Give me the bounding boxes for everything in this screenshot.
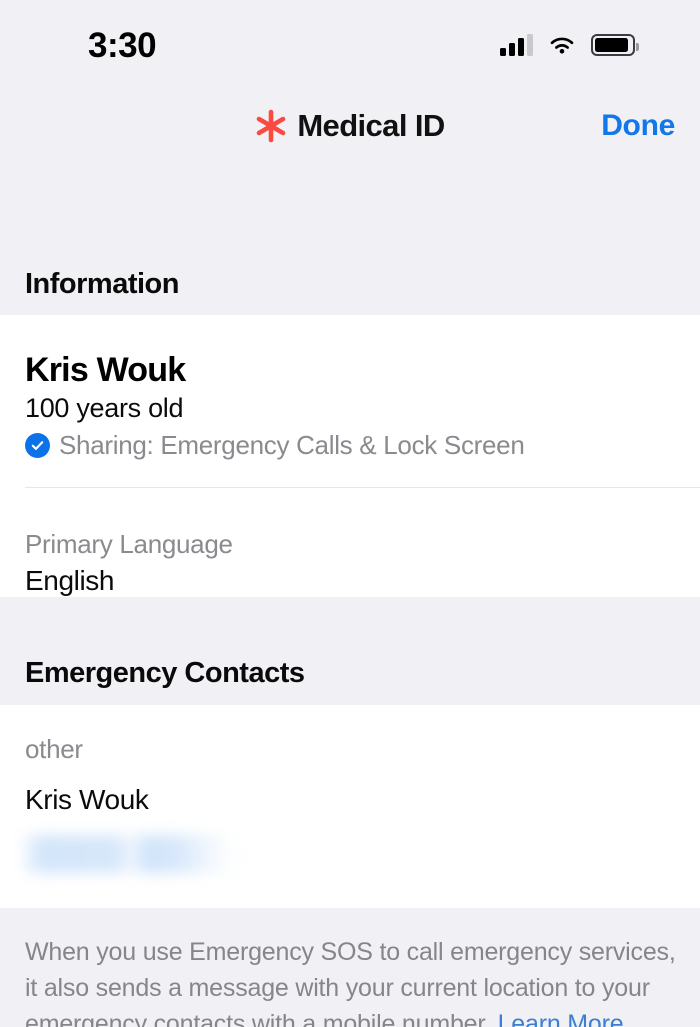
done-button[interactable]: Done (601, 109, 675, 143)
primary-language-value: English (25, 565, 115, 596)
contact-relation-label: other (25, 734, 83, 764)
person-age: 100 years old (25, 393, 184, 423)
wifi-icon (550, 37, 574, 54)
information-card: Kris Wouk 100 years old Sharing: Emergen… (0, 315, 700, 597)
emergency-contacts-card: other Kris Wouk (0, 705, 700, 908)
sharing-status-row: Sharing: Emergency Calls & Lock Screen (25, 432, 525, 458)
cellular-signal-icon (500, 34, 533, 56)
check-circle-icon (25, 432, 50, 458)
footer: When you use Emergency SOS to call emerg… (0, 908, 700, 1027)
person-name: Kris Wouk (25, 351, 186, 389)
section-header-information: Information (25, 268, 180, 300)
page-title-text: Medical ID (297, 108, 445, 143)
primary-language-label: Primary Language (25, 529, 233, 559)
sharing-status-text: Sharing: Emergency Calls & Lock Screen (59, 430, 525, 460)
page-title: Medical ID (255, 108, 445, 144)
contact-phone-redacted (22, 835, 240, 873)
footer-text: When you use Emergency SOS to call emerg… (25, 934, 678, 1027)
card-divider (25, 487, 700, 488)
status-bar-icons (500, 34, 639, 56)
navigation-bar: Medical ID Done (0, 90, 700, 162)
medical-asterisk-icon (257, 109, 286, 143)
status-bar: 3:30 (0, 0, 700, 90)
status-bar-time: 3:30 (88, 25, 157, 65)
contact-name: Kris Wouk (25, 784, 149, 815)
battery-icon (591, 34, 639, 56)
section-header-emergency-contacts: Emergency Contacts (25, 657, 305, 689)
